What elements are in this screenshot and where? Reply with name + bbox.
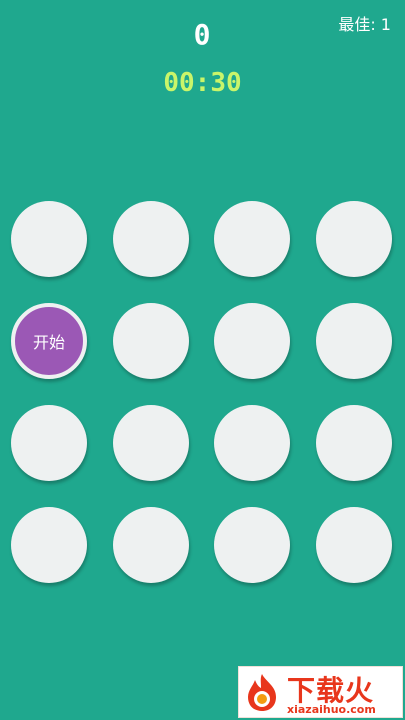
watermark-url: xiazaihuo.com xyxy=(287,703,376,716)
board-cell-r4-c3[interactable] xyxy=(214,507,291,583)
current-score: 0 xyxy=(193,18,212,51)
board-cell-r3-c3[interactable] xyxy=(214,405,291,481)
board-cell-r4-c2[interactable] xyxy=(112,507,189,583)
countdown-timer: 00:30 xyxy=(163,68,242,98)
board-cell-r1-c2[interactable] xyxy=(112,201,189,277)
start-button-label: 开始 xyxy=(32,333,65,352)
board-cell-r1-c3[interactable] xyxy=(214,201,291,277)
flame-logo-icon xyxy=(248,674,276,711)
board-cell-r2-c3[interactable] xyxy=(214,303,291,379)
board-cell-r1-c4[interactable] xyxy=(316,201,393,277)
start-button[interactable]: 开始 xyxy=(11,303,87,379)
game-board: 开始 xyxy=(11,201,393,583)
board-cell-r2-c2[interactable] xyxy=(112,303,189,379)
board-cell-r1-c1[interactable] xyxy=(11,201,87,277)
board-cell-r3-c2[interactable] xyxy=(112,405,189,481)
board-cell-r4-c4[interactable] xyxy=(316,507,393,583)
board-cell-r4-c1[interactable] xyxy=(11,507,87,583)
board-cell-r3-c4[interactable] xyxy=(316,405,393,481)
board-cell-r2-c4[interactable] xyxy=(316,303,393,379)
board-cell-r3-c1[interactable] xyxy=(11,405,87,481)
watermark: 下载火 xiazaihuo.com xyxy=(238,666,403,718)
